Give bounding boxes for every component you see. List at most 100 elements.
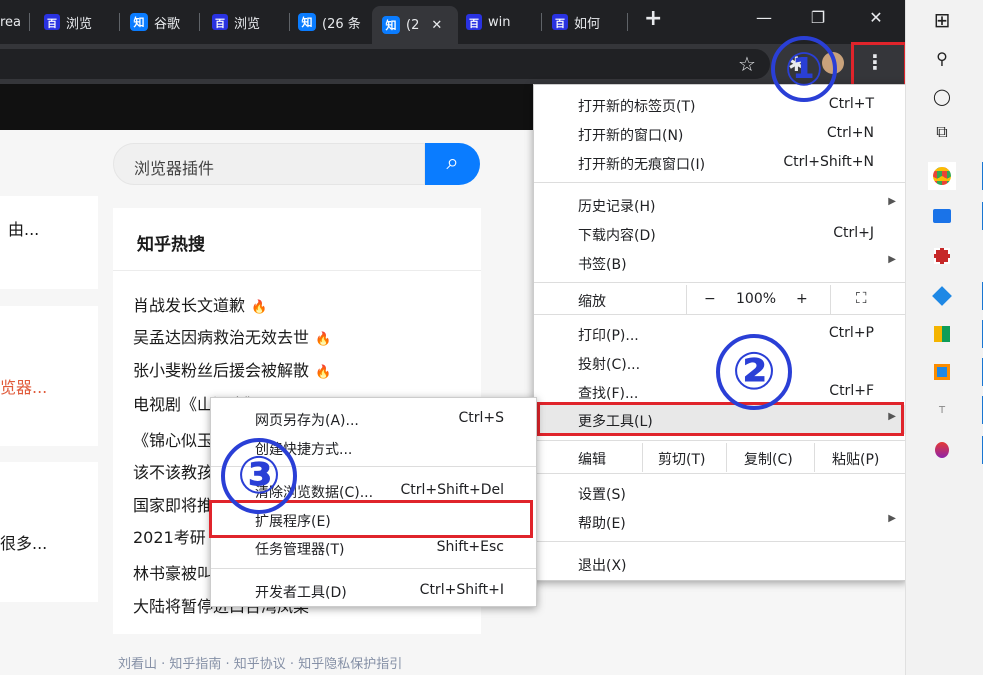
tab-7-title: 如何 bbox=[574, 16, 601, 32]
hot-item-1[interactable]: 肖战发长文道歉 🔥 bbox=[133, 292, 267, 316]
tab-5-active[interactable]: 知 (2 ✕ bbox=[372, 6, 458, 44]
snippet-text: 由... bbox=[8, 220, 40, 239]
flame-icon: 🔥 bbox=[315, 365, 332, 380]
baidu-icon: 百 bbox=[552, 14, 568, 30]
hot-item-text: 2021考研 bbox=[133, 528, 206, 547]
search-button[interactable]: ⌕ bbox=[425, 143, 480, 185]
new-tab-button[interactable]: + bbox=[644, 6, 662, 31]
copy-button[interactable]: 复制(C) bbox=[744, 449, 793, 469]
annotation-step-2: ② bbox=[716, 334, 792, 410]
chevron-right-icon: ▶ bbox=[888, 196, 896, 207]
menu-bookmarks[interactable]: 书签(B) ▶ bbox=[534, 248, 906, 277]
zhihu-icon: 知 bbox=[382, 16, 400, 34]
search-input[interactable]: 浏览器插件 bbox=[113, 143, 425, 185]
hot-item-text: 肖战发长文道歉 bbox=[133, 296, 246, 315]
annotation-step-1: ① bbox=[771, 36, 837, 102]
zoom-in-button[interactable]: + bbox=[796, 291, 808, 307]
tab-3-title: 浏览 bbox=[234, 16, 261, 32]
menu-incognito[interactable]: 打开新的无痕窗口(I) Ctrl+Shift+N bbox=[534, 148, 906, 177]
hot-item-8[interactable]: 2021考研 bbox=[133, 524, 206, 548]
zhihu-icon: 知 bbox=[130, 13, 148, 31]
close-window-button[interactable]: ✕ bbox=[856, 8, 896, 27]
menu-help[interactable]: 帮助(E) ▶ bbox=[534, 507, 906, 536]
chevron-right-icon: ▶ bbox=[888, 513, 896, 524]
submenu-save-as[interactable]: 网页另存为(A)... Ctrl+S bbox=[211, 404, 536, 433]
tab-1[interactable]: 百 浏览 bbox=[44, 7, 120, 37]
baidu-icon: 百 bbox=[466, 14, 482, 30]
menu-history[interactable]: 历史记录(H) ▶ bbox=[534, 190, 906, 219]
app-icon-red[interactable] bbox=[928, 242, 956, 270]
menu-exit[interactable]: 退出(X) bbox=[534, 549, 906, 578]
tab-5-title: (2 bbox=[406, 17, 420, 33]
search-input-value: 浏览器插件 bbox=[134, 159, 215, 178]
fullscreen-icon[interactable]: ⛶ bbox=[856, 289, 867, 307]
tab-6-title: win bbox=[488, 14, 511, 30]
tab-6[interactable]: 百 win bbox=[466, 7, 542, 37]
menu-settings[interactable]: 设置(S) bbox=[534, 478, 906, 507]
tab-0-title: rea bbox=[0, 14, 22, 30]
zoom-label: 缩放 bbox=[578, 294, 606, 310]
menu-print[interactable]: 打印(P)... Ctrl+P bbox=[534, 319, 906, 348]
cut-button[interactable]: 剪切(T) bbox=[658, 449, 705, 469]
annotation-box-menu bbox=[851, 42, 907, 90]
taskbar: ⊞ ⚲ ◯ ⧉ T bbox=[905, 0, 983, 675]
paste-button[interactable]: 粘贴(P) bbox=[832, 449, 879, 469]
left-card-1: 由... bbox=[0, 196, 98, 289]
menu-zoom-row: 缩放 − 100% + ⛶ bbox=[534, 285, 906, 314]
submenu-devtools[interactable]: 开发者工具(D) Ctrl+Shift+I bbox=[211, 576, 536, 605]
annotation-step-3: ③ bbox=[221, 438, 297, 514]
tab-7[interactable]: 百 如何 bbox=[552, 7, 628, 37]
close-tab-icon[interactable]: ✕ bbox=[431, 18, 442, 33]
annotation-box-more-tools bbox=[537, 402, 904, 436]
divider bbox=[113, 270, 481, 271]
tab-3[interactable]: 百 浏览 bbox=[212, 7, 290, 37]
tab-0[interactable]: rea bbox=[0, 7, 30, 37]
search-icon: ⌕ bbox=[446, 150, 459, 175]
menu-downloads[interactable]: 下载内容(D) Ctrl+J bbox=[534, 219, 906, 248]
browser-main-menu: 打开新的标签页(T) Ctrl+T 打开新的窗口(N) Ctrl+N 打开新的无痕窗… bbox=[533, 84, 907, 581]
app-icon-text[interactable]: T bbox=[928, 396, 956, 424]
left-card-2: 览器... bbox=[0, 306, 98, 446]
chrome-icon[interactable] bbox=[928, 162, 956, 190]
mail-icon[interactable] bbox=[928, 202, 956, 230]
tab-4-title: (26 条 bbox=[322, 16, 361, 32]
menu-new-window[interactable]: 打开新的窗口(N) Ctrl+N bbox=[534, 119, 906, 148]
menu-new-tab[interactable]: 打开新的标签页(T) Ctrl+T bbox=[534, 90, 906, 119]
app-icon-orange[interactable] bbox=[928, 358, 956, 386]
footer-links[interactable]: 刘看山 · 知乎指南 · 知乎协议 · 知乎隐私保护指引 bbox=[118, 653, 402, 672]
tab-1-title: 浏览 bbox=[66, 16, 93, 32]
task-view-icon[interactable]: ⧉ bbox=[928, 118, 956, 146]
snippet-text: 很多... bbox=[0, 534, 48, 553]
app-icon-grid[interactable] bbox=[928, 320, 956, 348]
tab-4[interactable]: 知 (26 条 bbox=[298, 7, 370, 37]
hot-item-2[interactable]: 吴孟达因病救治无效去世 🔥 bbox=[133, 324, 331, 348]
snippet-text: 览器... bbox=[0, 378, 48, 397]
hot-item-text: 林书豪被叫 bbox=[133, 564, 214, 583]
address-bar[interactable] bbox=[0, 49, 770, 79]
zoom-out-button[interactable]: − bbox=[704, 291, 716, 307]
bookmark-star-icon[interactable]: ☆ bbox=[738, 52, 756, 76]
tab-2-title: 谷歌 bbox=[154, 16, 181, 32]
zoom-value: 100% bbox=[736, 291, 777, 307]
baidu-icon: 百 bbox=[212, 14, 228, 30]
baidu-icon: 百 bbox=[44, 14, 60, 30]
cortana-icon[interactable]: ◯ bbox=[928, 82, 956, 110]
search-icon[interactable]: ⚲ bbox=[928, 44, 956, 72]
hot-search-title: 知乎热搜 bbox=[137, 235, 205, 255]
minimize-button[interactable]: — bbox=[744, 8, 784, 27]
edit-label: 编辑 bbox=[578, 452, 606, 468]
menu-edit-row: 编辑 剪切(T) 复制(C) 粘贴(P) bbox=[534, 443, 906, 472]
app-icon-flame[interactable] bbox=[928, 436, 956, 464]
flame-icon: 🔥 bbox=[251, 300, 268, 315]
hot-item-3[interactable]: 张小斐粉丝后援会被解散 🔥 bbox=[133, 357, 331, 381]
flame-icon: 🔥 bbox=[315, 332, 332, 347]
app-icon-blue[interactable] bbox=[928, 282, 956, 310]
restore-button[interactable]: ❐ bbox=[798, 8, 838, 27]
hot-item-9[interactable]: 林书豪被叫 bbox=[133, 560, 213, 584]
hot-item-text: 张小斐粉丝后援会被解散 bbox=[133, 361, 310, 380]
chevron-right-icon: ▶ bbox=[888, 254, 896, 265]
tab-2[interactable]: 知 谷歌 bbox=[130, 7, 200, 37]
tab-strip: rea 百 浏览 知 谷歌 百 浏览 知 (26 条 知 (2 ✕ 百 win … bbox=[0, 0, 905, 44]
hot-item-text: 吴孟达因病救治无效去世 bbox=[133, 328, 310, 347]
windows-start-icon[interactable]: ⊞ bbox=[928, 6, 956, 34]
